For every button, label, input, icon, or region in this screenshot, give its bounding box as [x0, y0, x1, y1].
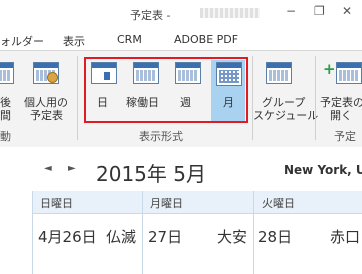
- day-name-monday: 月曜日: [150, 197, 183, 210]
- group-label-arrange: 表示形式: [139, 130, 183, 143]
- open-schedule-icon: [336, 62, 362, 84]
- date-label: 4月26日: [38, 228, 97, 246]
- group-label-partial-left: 動: [0, 130, 11, 143]
- title-bar: [0, 0, 362, 26]
- tab-crm[interactable]: CRM: [117, 33, 142, 46]
- day-name-sunday: 日曜日: [40, 197, 73, 210]
- partial-button-label-1: 後: [0, 96, 11, 109]
- minimize-button[interactable]: −: [286, 4, 296, 18]
- week-label-strip: [0, 191, 32, 274]
- rokuyo-label: 仏滅: [106, 228, 137, 246]
- restore-button[interactable]: ❐: [314, 4, 325, 18]
- group-label-partial-right: 予定: [334, 130, 356, 143]
- personal-schedule-label-2: 予定表: [30, 109, 63, 122]
- tab-view[interactable]: 表示: [63, 33, 85, 49]
- window-title: 予定表 -: [130, 9, 171, 22]
- date-label: 27日: [148, 228, 183, 246]
- open-schedule-label-2: 開く: [330, 109, 352, 122]
- personal-schedule-label-1: 個人用の: [24, 96, 68, 109]
- calendar-icon: [0, 62, 14, 84]
- group-schedule-icon: [266, 62, 292, 84]
- rokuyo-label: 大安: [217, 228, 248, 246]
- person-icon: [47, 72, 58, 83]
- close-button[interactable]: ✕: [342, 4, 352, 18]
- ribbon-divider: [77, 56, 78, 140]
- tab-adobe-pdf[interactable]: ADOBE PDF: [174, 33, 238, 46]
- day-name-tuesday: 火曜日: [262, 197, 295, 210]
- open-schedule-label-1: 予定表の: [320, 96, 362, 109]
- group-schedule-label-2: スケジュール: [253, 109, 319, 122]
- ribbon-divider: [252, 56, 253, 140]
- next-month-icon[interactable]: ►: [68, 163, 76, 174]
- plus-icon: +: [323, 60, 336, 78]
- personal-calendar-icon: [33, 62, 59, 84]
- rokuyo-label: 赤口: [330, 228, 361, 246]
- partial-button-label-2: 間: [0, 109, 11, 122]
- tab-folder[interactable]: ォルダー: [0, 33, 44, 49]
- prev-month-icon[interactable]: ◄: [44, 163, 52, 174]
- group-schedule-label-1: グループ: [262, 96, 306, 109]
- view-options-highlight: [84, 57, 248, 123]
- redacted-title-text: [200, 8, 260, 18]
- day-name-header: [32, 191, 362, 214]
- partial-button[interactable]: [0, 62, 14, 84]
- current-month-title: 2015年 5月: [96, 162, 206, 186]
- date-label: 28日: [258, 228, 293, 246]
- ribbon-divider: [315, 56, 316, 140]
- weather-location[interactable]: New York, U: [284, 163, 362, 177]
